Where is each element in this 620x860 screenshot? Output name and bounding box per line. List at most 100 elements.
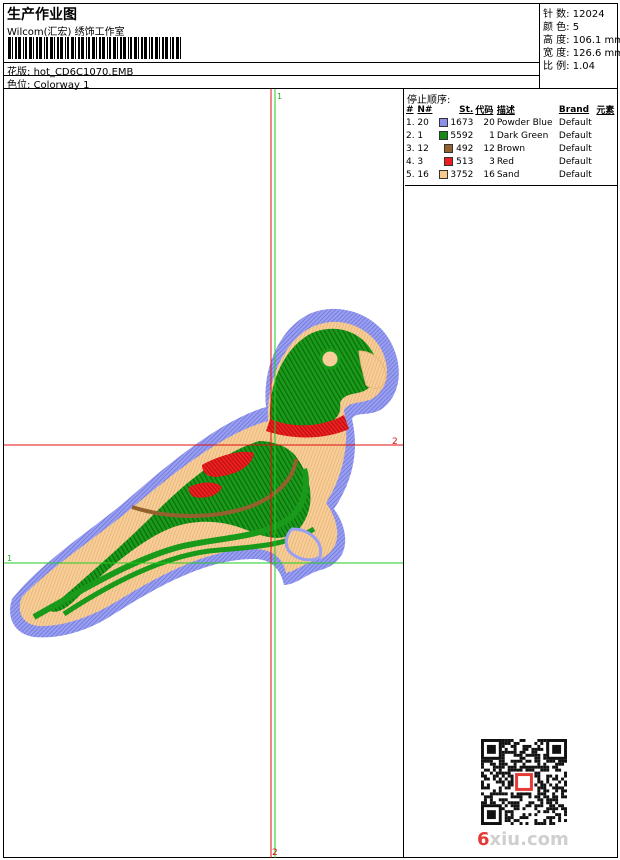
stitch-count: 1673: [450, 117, 474, 128]
qr-module: [513, 747, 517, 751]
barcode-bar: [75, 37, 76, 59]
qr-module: [549, 807, 553, 811]
qr-module: [525, 816, 529, 820]
qr-module: [528, 753, 532, 757]
row-element: [595, 155, 617, 168]
qr-module: [558, 768, 562, 772]
qr-module: [481, 774, 484, 778]
stat-scale: 比 例: 1.04: [543, 57, 595, 72]
qr-module: [534, 822, 538, 825]
qr-module: [481, 780, 484, 784]
qr-module: [504, 739, 508, 742]
qr-module: [507, 816, 511, 820]
qr-module: [486, 777, 490, 781]
qr-module: [483, 798, 487, 802]
qr-module: [510, 774, 514, 778]
qr-module: [549, 759, 553, 763]
qr-module: [483, 795, 487, 799]
qr-module: [510, 813, 514, 817]
qr-module: [486, 759, 490, 763]
qr-module: [501, 756, 505, 760]
qr-module: [504, 747, 508, 751]
qr-module: [534, 750, 538, 754]
qr-module: [513, 801, 517, 805]
qr-module: [492, 768, 496, 772]
qr-module: [504, 813, 508, 817]
qr-module: [537, 795, 541, 799]
qr-module: [501, 739, 505, 742]
qr-module: [501, 765, 505, 769]
qr-module: [489, 792, 493, 796]
qr-module: [504, 750, 508, 754]
qr-module: [495, 765, 499, 769]
qr-module: [492, 762, 496, 766]
qr-module: [540, 739, 544, 742]
row-description: Dark Green: [496, 130, 549, 141]
qr-module: [564, 810, 567, 814]
qr-module: [534, 819, 538, 823]
qr-module: [501, 783, 505, 787]
row-element: [595, 116, 617, 129]
qr-module: [540, 768, 544, 772]
barcode-bar: [18, 37, 21, 59]
qr-module: [543, 753, 547, 757]
qr-module: [486, 768, 490, 772]
barcode-bar: [92, 37, 95, 59]
qr-module: [543, 739, 547, 742]
qr-module: [519, 768, 523, 772]
qr-module: [561, 786, 565, 790]
qr-module: [489, 759, 493, 763]
qr-module: [498, 786, 502, 790]
qr-module: [564, 819, 567, 823]
barcode-bar: [107, 37, 108, 59]
qr-module: [552, 804, 556, 808]
qr-module: [510, 804, 514, 808]
qr-module: [489, 795, 493, 799]
qr-module: [540, 783, 544, 787]
qr-module: [507, 750, 511, 754]
barcode-bar: [151, 37, 153, 59]
qr-module: [555, 783, 559, 787]
qr-module: [501, 780, 505, 784]
divider: [405, 185, 617, 186]
qr-module: [546, 759, 550, 763]
qr-module: [519, 753, 523, 757]
qr-module: [540, 804, 544, 808]
qr-module: [492, 765, 496, 769]
qr-module: [546, 789, 550, 793]
qr-module: [561, 777, 565, 781]
thread-row: 1. 20 1673 20 Powder Blue Default: [405, 116, 617, 129]
qr-module: [564, 807, 567, 811]
qr-module: [519, 750, 523, 754]
barcode-bar: [109, 37, 111, 59]
qr-module: [549, 783, 553, 787]
qr-module: [507, 774, 511, 778]
qr-module: [552, 759, 556, 763]
guide-marker: 2: [272, 848, 278, 858]
qr-module: [501, 753, 505, 757]
barcode-bar: [54, 37, 55, 59]
qr-module: [522, 792, 526, 796]
qr-module: [504, 816, 508, 820]
qr-module: [501, 762, 505, 766]
sheet-header: 生产作业图 Wilcom(汇宏) 绣饰工作室 花版: hot_CD6C1070.…: [4, 4, 620, 91]
qr-module: [513, 741, 517, 745]
qr-module: [501, 744, 505, 748]
doc-title: 生产作业图: [7, 7, 77, 23]
qr-module: [516, 804, 520, 808]
qr-module: [525, 822, 529, 825]
qr-module: [498, 759, 502, 763]
guide-marker: 2: [392, 437, 398, 447]
barcode-bar: [128, 37, 129, 59]
qr-module: [537, 753, 541, 757]
barcode-bar: [134, 37, 137, 59]
qr-module: [564, 813, 567, 817]
qr-module: [555, 774, 559, 778]
qr-module: [540, 765, 544, 769]
qr-module: [507, 739, 511, 742]
qr-module: [537, 744, 541, 748]
qr-module: [525, 768, 529, 772]
qr-module: [546, 795, 550, 799]
qr-module: [516, 759, 520, 763]
barcode-bar: [71, 37, 74, 59]
